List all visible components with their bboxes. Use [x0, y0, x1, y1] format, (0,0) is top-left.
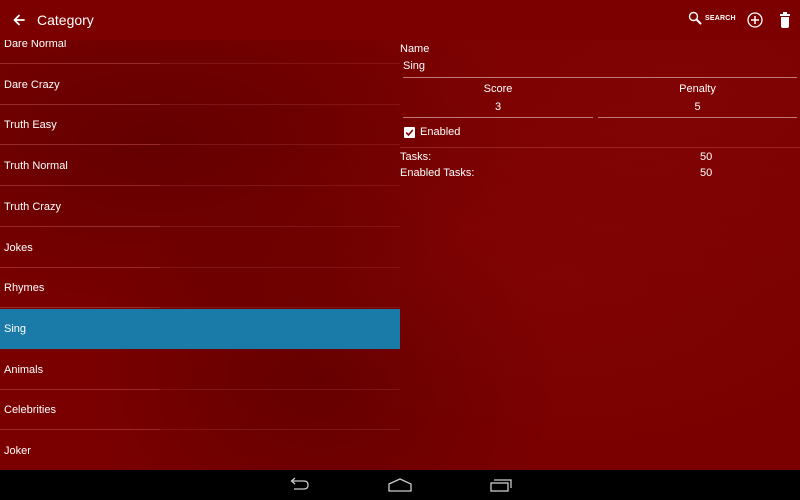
search-button[interactable]: SEARCH — [688, 11, 736, 25]
category-label: Celebrities — [4, 404, 56, 417]
category-label: Sing — [4, 322, 27, 335]
penalty-underline — [598, 117, 797, 118]
delete-button[interactable] — [777, 10, 793, 30]
category-list[interactable]: Dare Normal Dare Crazy Truth Easy Truth Nor… — [0, 40, 400, 470]
checkmark-icon — [405, 128, 414, 136]
category-label: Rhymes — [4, 282, 45, 295]
search-label: SEARCH — [705, 14, 736, 22]
page-title: Category — [37, 12, 94, 28]
enabled-tasks-label: Enabled Tasks: — [400, 167, 475, 179]
penalty-field[interactable]: Penalty 5 — [598, 83, 797, 118]
penalty-label: Penalty — [679, 83, 716, 95]
home-nav-icon — [388, 478, 412, 492]
divider — [400, 147, 800, 148]
category-list-item[interactable]: Dare Normal — [0, 40, 400, 64]
category-list-item[interactable]: Rhymes — [0, 268, 400, 309]
category-list-item[interactable]: Truth Crazy — [0, 187, 400, 227]
nav-back-button[interactable] — [286, 476, 314, 494]
category-list-item[interactable]: Sing — [0, 308, 400, 349]
add-circle-icon — [747, 12, 763, 28]
search-icon — [688, 11, 702, 25]
category-label: Truth Normal — [4, 160, 68, 173]
penalty-value[interactable]: 5 — [598, 101, 797, 113]
category-label: Dare Crazy — [4, 78, 60, 91]
category-label: Jokes — [4, 241, 33, 254]
category-list-item[interactable]: Joker — [0, 431, 400, 470]
enabled-checkbox-row[interactable]: Enabled — [404, 126, 460, 138]
category-label: Truth Crazy — [4, 200, 62, 213]
arrow-left-icon — [13, 14, 25, 26]
name-input-underline — [403, 77, 797, 78]
score-value[interactable]: 3 — [403, 101, 593, 113]
tasks-value: 50 — [700, 151, 713, 163]
name-input[interactable]: Sing — [403, 60, 797, 78]
name-label: Name — [400, 43, 430, 55]
trash-icon — [780, 12, 790, 28]
category-label: Joker — [4, 445, 31, 457]
back-button[interactable] — [8, 8, 32, 32]
nav-home-button[interactable] — [386, 476, 414, 494]
score-label: Score — [483, 83, 513, 95]
category-list-item[interactable]: Celebrities — [0, 390, 400, 431]
score-underline — [403, 117, 593, 118]
category-label: Dare Normal — [4, 40, 67, 50]
score-field[interactable]: Score 3 — [403, 83, 593, 118]
action-bar: Category SEARCH — [0, 0, 800, 40]
enabled-checkbox[interactable] — [404, 126, 415, 138]
app-root: Category SEARCH Dare Normal Dare Crazy Tru… — [0, 0, 800, 470]
category-label: Truth Easy — [4, 119, 57, 132]
category-label: Animals — [4, 363, 44, 376]
category-list-item[interactable]: Truth Normal — [0, 146, 400, 187]
category-list-item[interactable]: Jokes — [0, 228, 400, 268]
back-nav-icon — [290, 477, 309, 490]
recents-nav-icon — [490, 479, 512, 492]
system-nav-bar — [0, 470, 800, 500]
add-button[interactable] — [746, 11, 764, 29]
category-list-item[interactable]: Dare Crazy — [0, 65, 400, 105]
enabled-tasks-value: 50 — [700, 167, 713, 179]
category-list-item[interactable]: Truth Easy — [0, 105, 400, 146]
tasks-label: Tasks: — [400, 151, 432, 163]
category-list-item[interactable]: Animals — [0, 350, 400, 390]
enabled-label: Enabled — [420, 126, 461, 138]
category-detail-panel: Name Sing Score 3 Penalty 5 Enabled Task… — [400, 40, 800, 470]
nav-recents-button[interactable] — [487, 476, 515, 494]
